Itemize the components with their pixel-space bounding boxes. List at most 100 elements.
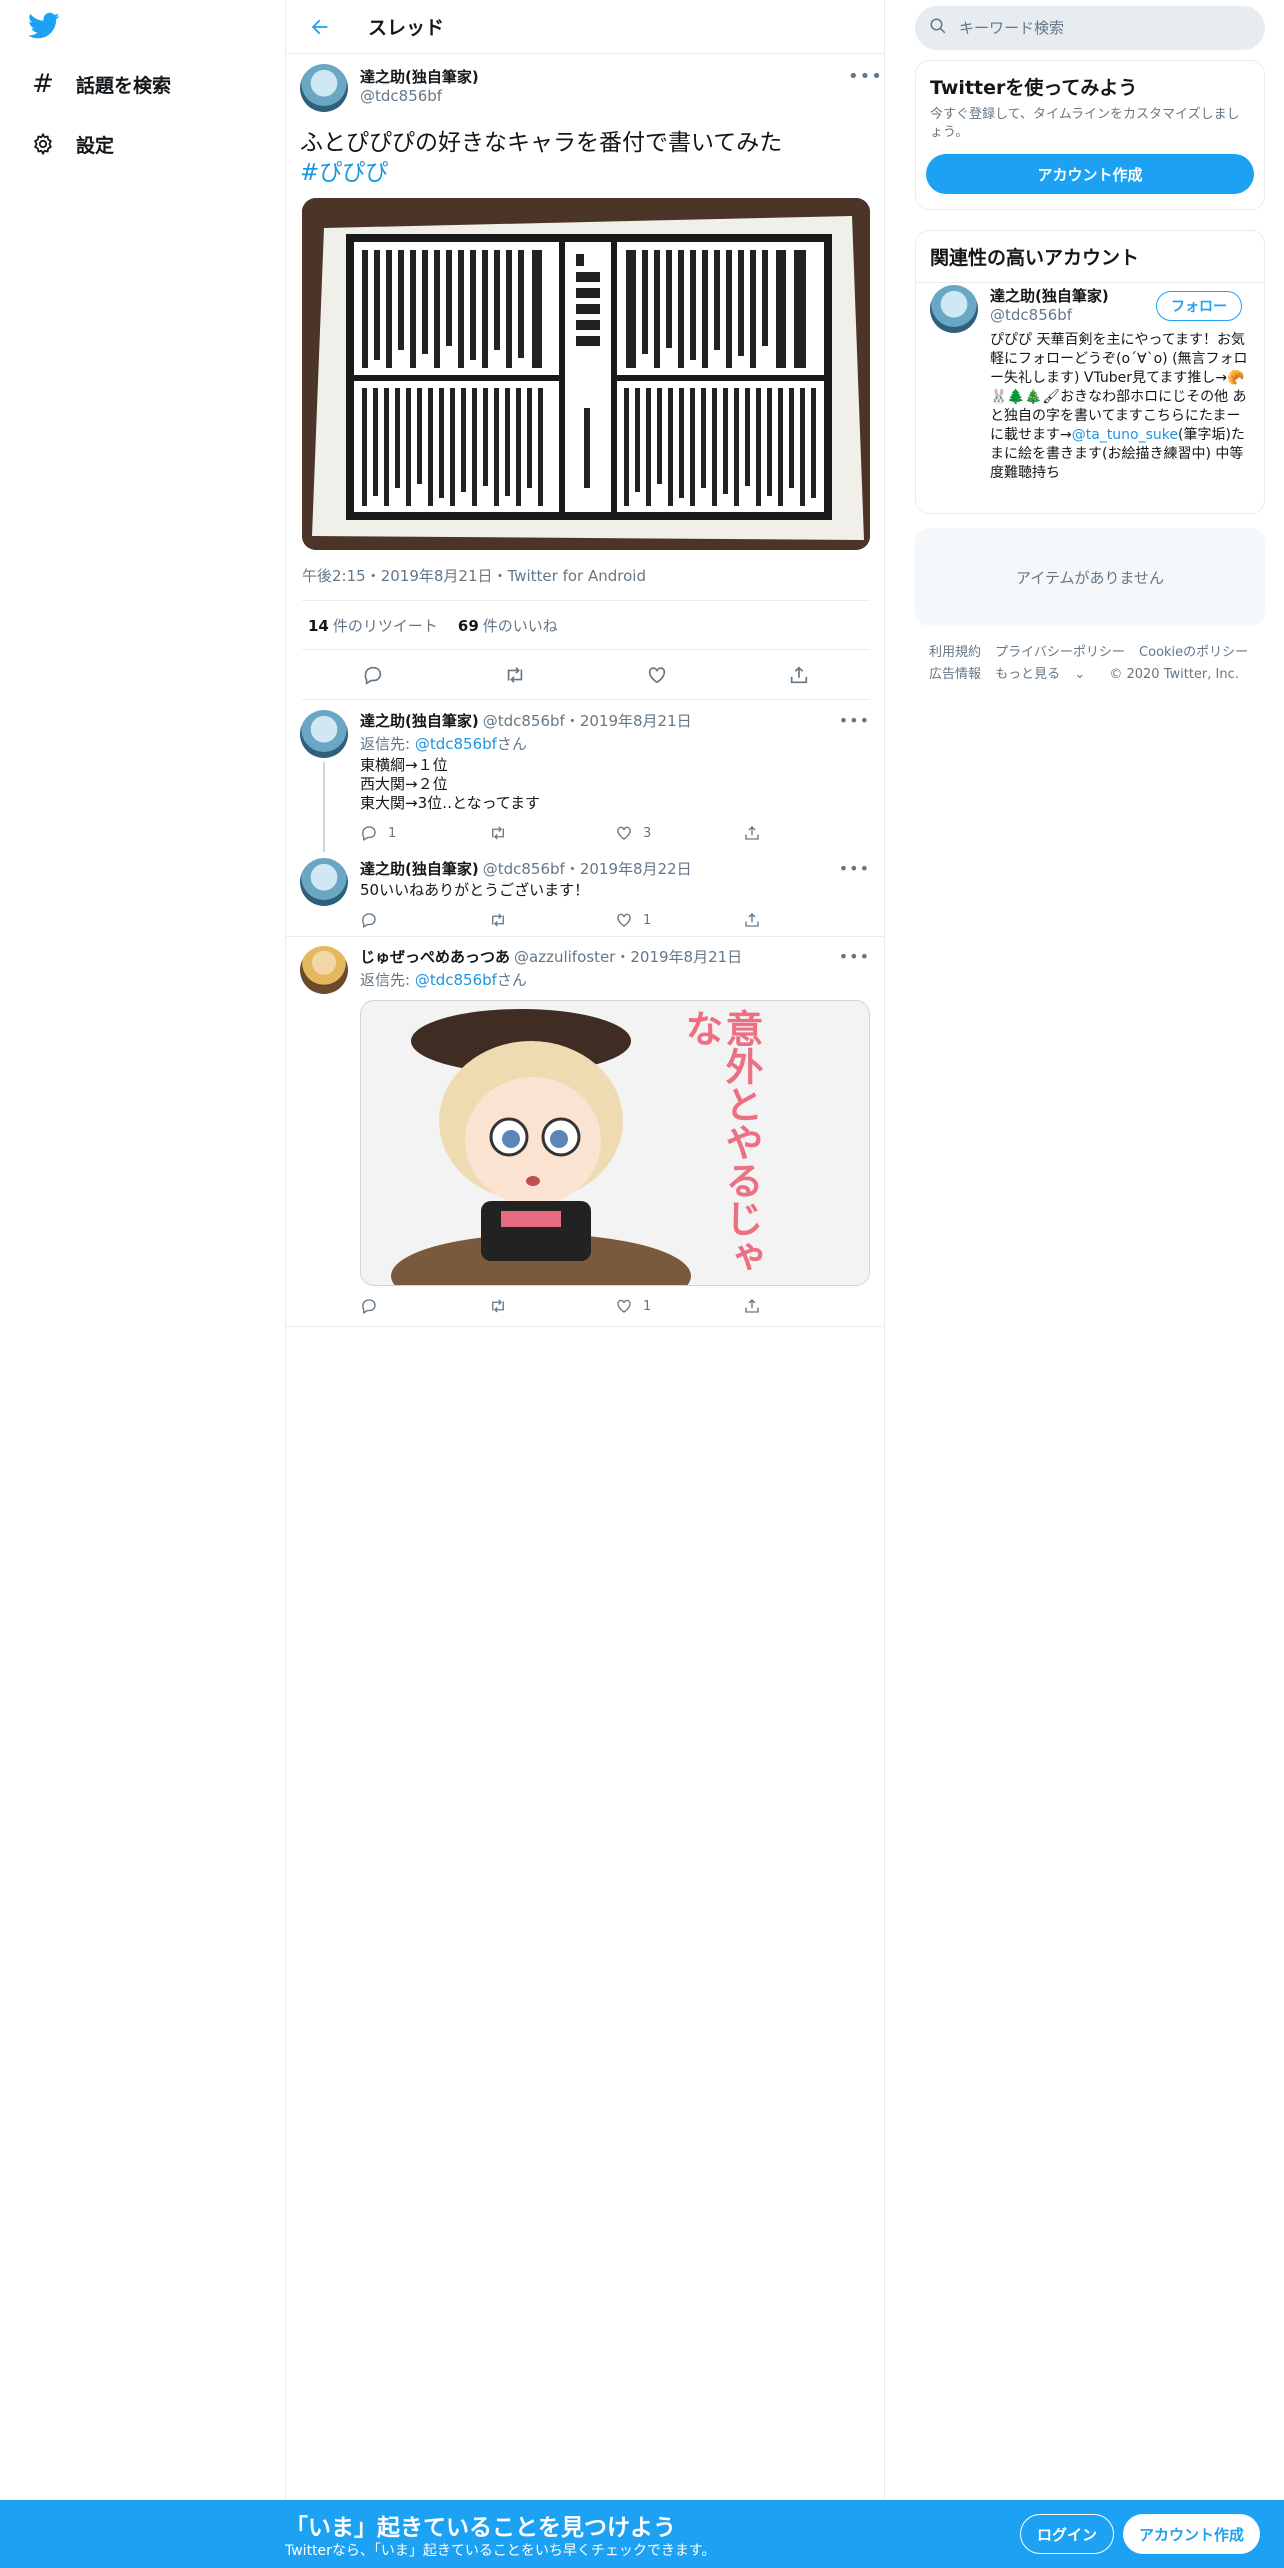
tweet-date[interactable]: 2019年8月21日	[381, 567, 493, 585]
tweet-text: ふとぴぴぴの好きなキャラを番付で書いてみた #ぴぴぴ	[300, 128, 870, 188]
search-bar	[915, 6, 1265, 50]
nav-settings[interactable]: 設定	[28, 116, 114, 172]
reply-actions: 1	[360, 1296, 870, 1316]
reply-tweet[interactable]: 達之助(独自筆家) @tdc856bf ・ 2019年8月21日 ••• 返信先…	[286, 710, 884, 850]
retweet-button[interactable]	[488, 1297, 616, 1315]
related-accounts-panel: 関連性の高いアカウント 達之助(独自筆家) @tdc856bf フォロー ぴぴぴ…	[915, 230, 1265, 514]
empty-panel: アイテムがありません	[915, 528, 1265, 626]
hashtag-link[interactable]: #ぴぴぴ	[300, 158, 870, 188]
reply-icon[interactable]	[356, 658, 390, 692]
signup-button[interactable]: アカウント作成	[1123, 2514, 1261, 2554]
like-icon	[617, 826, 631, 840]
like-stat[interactable]: 69 件のいいね	[458, 615, 558, 636]
bottom-signup-bar: 「いま」起きていることを見つけよう Twitterなら、「いま」起きていることを…	[0, 2500, 1284, 2568]
more-options-icon[interactable]: •••	[848, 66, 883, 87]
tweet-image[interactable]	[302, 198, 870, 550]
share-button[interactable]	[743, 1297, 871, 1315]
back-arrow-icon[interactable]	[302, 9, 338, 45]
bio-link[interactable]: @ta_tuno_suke	[1072, 427, 1178, 443]
reply-to-handle[interactable]: @tdc856bf	[415, 735, 497, 753]
retweet-icon[interactable]	[498, 658, 532, 692]
meta-separator: ・	[492, 567, 508, 585]
tweet-time[interactable]: 午後2:15	[302, 567, 366, 585]
like-icon[interactable]	[640, 658, 674, 692]
like-icon	[617, 1299, 631, 1313]
reply-button[interactable]	[360, 911, 488, 929]
footer-link[interactable]: 広告情報	[929, 667, 981, 682]
login-button[interactable]: ログイン	[1020, 2514, 1115, 2554]
reply-button[interactable]	[360, 1297, 488, 1315]
like-count: 3	[643, 825, 652, 841]
like-count-label: 件のいいね	[482, 616, 558, 635]
follow-button[interactable]: フォロー	[1156, 291, 1242, 321]
more-options-icon[interactable]: •••	[839, 947, 870, 966]
more-options-icon[interactable]: •••	[839, 859, 870, 878]
retweet-stat[interactable]: 14 件のリツイート	[308, 615, 438, 636]
related-account-info[interactable]: 達之助(独自筆家) @tdc856bf	[990, 285, 1109, 324]
retweet-button[interactable]	[488, 824, 616, 842]
reply-to-suffix: さん	[496, 971, 527, 989]
reply-date[interactable]: 2019年8月21日	[580, 710, 692, 731]
tweet-body: ふとぴぴぴの好きなキャラを番付で書いてみた	[300, 130, 783, 156]
like-icon	[617, 913, 631, 927]
left-nav: # 話題を検索 設定	[0, 0, 285, 2500]
twitter-logo-icon[interactable]	[28, 12, 64, 42]
share-button[interactable]	[743, 911, 871, 929]
signup-panel: Twitterを使ってみよう 今すぐ登録して、タイムラインをカスタマイズしましょ…	[915, 60, 1265, 210]
author-name[interactable]: じゅぜっぺめあっつあ	[360, 946, 510, 967]
author-name[interactable]: 達之助(独自筆家)	[360, 710, 479, 731]
reply-tweet[interactable]: じゅぜっぺめあっつあ @azzulifoster ・ 2019年8月21日 ••…	[286, 946, 884, 1326]
avatar[interactable]	[300, 64, 348, 112]
footer-links: 利用規約 プライバシーポリシー Cookieのポリシー 広告情報 もっと見る ⌄…	[929, 642, 1259, 686]
footer-more-link[interactable]: もっと見る ⌄	[995, 667, 1095, 682]
retweet-button[interactable]	[488, 911, 616, 929]
more-options-icon[interactable]: •••	[839, 711, 870, 730]
reply-header: 達之助(独自筆家) @tdc856bf ・ 2019年8月21日 •••	[360, 710, 870, 731]
reply-tweet[interactable]: 達之助(独自筆家) @tdc856bf ・ 2019年8月22日 ••• 50い…	[286, 858, 884, 938]
reply-line: 東大関→3位‥となってます	[360, 794, 541, 812]
reply-to-suffix: さん	[496, 735, 527, 753]
meta-separator: ・	[564, 712, 580, 730]
avatar[interactable]	[930, 285, 978, 333]
reply-header: 達之助(独自筆家) @tdc856bf ・ 2019年8月22日 •••	[360, 858, 870, 879]
reply-icon	[362, 913, 376, 928]
like-button[interactable]: 3	[615, 824, 743, 842]
author-handle: @tdc856bf	[482, 860, 565, 878]
main-author[interactable]: 達之助(独自筆家) @tdc856bf	[360, 66, 479, 105]
reply-image[interactable]: 意外とやるじゃな	[360, 1000, 870, 1286]
reply-to: 返信先: @tdc856bfさん	[360, 969, 870, 990]
share-icon	[744, 913, 759, 927]
like-button[interactable]: 1	[615, 1297, 743, 1315]
author-name: 達之助(独自筆家)	[360, 68, 479, 86]
reply-to-handle[interactable]: @tdc856bf	[415, 971, 497, 989]
chevron-down-icon: ⌄	[1074, 667, 1086, 682]
share-button[interactable]	[743, 824, 871, 842]
divider	[286, 1326, 884, 1327]
reply-icon	[362, 1299, 376, 1314]
reply-icon	[362, 826, 376, 841]
author-name[interactable]: 達之助(独自筆家)	[360, 858, 479, 879]
footer-link[interactable]: Cookieのポリシー	[1139, 645, 1248, 660]
reply-button[interactable]: 1	[360, 824, 488, 842]
nav-explore[interactable]: # 話題を検索	[28, 56, 171, 112]
related-account-name: 達之助(独自筆家)	[990, 287, 1109, 305]
share-icon[interactable]	[782, 658, 816, 692]
reply-actions: 1	[360, 910, 870, 930]
create-account-button[interactable]: アカウント作成	[926, 154, 1254, 194]
reply-to: 返信先: @tdc856bfさん	[360, 733, 870, 754]
retweet-icon	[491, 826, 504, 840]
divider	[286, 936, 884, 937]
tweet-source[interactable]: Twitter for Android	[508, 567, 646, 585]
copyright: © 2020 Twitter, Inc.	[1109, 667, 1239, 682]
reply-date[interactable]: 2019年8月22日	[580, 858, 692, 879]
reply-date[interactable]: 2019年8月21日	[630, 946, 742, 967]
search-input[interactable]	[959, 19, 1239, 37]
nav-settings-label: 設定	[76, 134, 115, 157]
footer-link[interactable]: 利用規約	[929, 645, 981, 660]
footer-link[interactable]: プライバシーポリシー	[995, 645, 1125, 660]
tweet-stats: 14 件のリツイート 69 件のいいね	[302, 600, 870, 650]
author-handle: @tdc856bf	[360, 87, 443, 105]
tweet-actions	[302, 650, 870, 700]
related-account-handle: @tdc856bf	[990, 306, 1073, 324]
like-button[interactable]: 1	[615, 911, 743, 929]
